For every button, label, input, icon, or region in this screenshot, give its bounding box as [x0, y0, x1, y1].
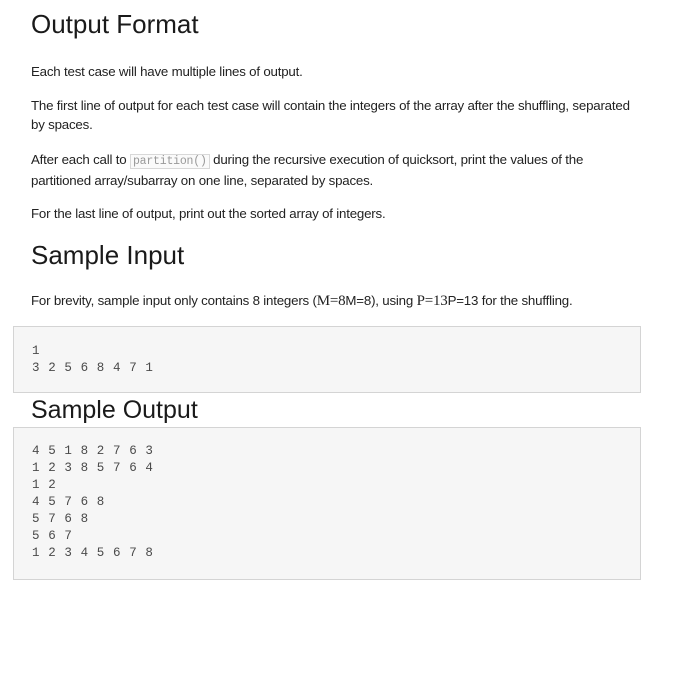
math-m-plain: M=8	[345, 293, 372, 308]
sample-input-line: 1	[32, 344, 41, 358]
sample-input-description: For brevity, sample input only contains …	[31, 291, 631, 311]
paragraph-text: After each call to	[31, 152, 130, 167]
sample-output-code-block: 4 5 1 8 2 7 6 3 1 2 3 8 5 7 6 4 1 2 4 5 7 6…	[13, 427, 641, 580]
partition-inline-code: partition()	[129, 154, 210, 169]
output-format-paragraph-3: After each call to partition() during th…	[31, 150, 631, 190]
sample-input-code-block: 1 3 2 5 6 8 4 7 1	[13, 326, 641, 393]
sample-output-line: 4 5 7 6 8	[32, 495, 105, 509]
sample-input-heading: Sample Input	[31, 240, 185, 270]
output-format-paragraph-2: The first line of output for each test c…	[31, 98, 630, 132]
sample-output-line: 5 7 6 8	[32, 512, 89, 526]
paragraph-text: For brevity, sample input only contains …	[31, 293, 317, 308]
sample-output-line: 5 6 7	[32, 529, 73, 543]
paragraph-text: ), using	[371, 293, 417, 308]
output-format-paragraph-4: For the last line of output, print out t…	[31, 206, 386, 221]
sample-output-heading: Sample Output	[31, 396, 198, 424]
output-format-paragraph-1: Each test case will have multiple lines …	[31, 64, 303, 79]
sample-input-line: 3 2 5 6 8 4 7 1	[32, 361, 154, 375]
math-m-rendered: M=8	[316, 293, 346, 309]
sample-output-line: 1 2	[32, 478, 57, 492]
paragraph-text: for the shuffling.	[478, 293, 573, 308]
sample-output-line: 1 2 3 8 5 7 6 4	[32, 461, 154, 475]
sample-output-line: 4 5 1 8 2 7 6 3	[32, 444, 154, 458]
output-format-heading: Output Format	[31, 9, 199, 39]
math-p-plain: P=13	[447, 293, 479, 308]
sample-output-line: 1 2 3 4 5 6 7 8	[32, 546, 154, 560]
math-p-rendered: P=13	[416, 293, 448, 309]
